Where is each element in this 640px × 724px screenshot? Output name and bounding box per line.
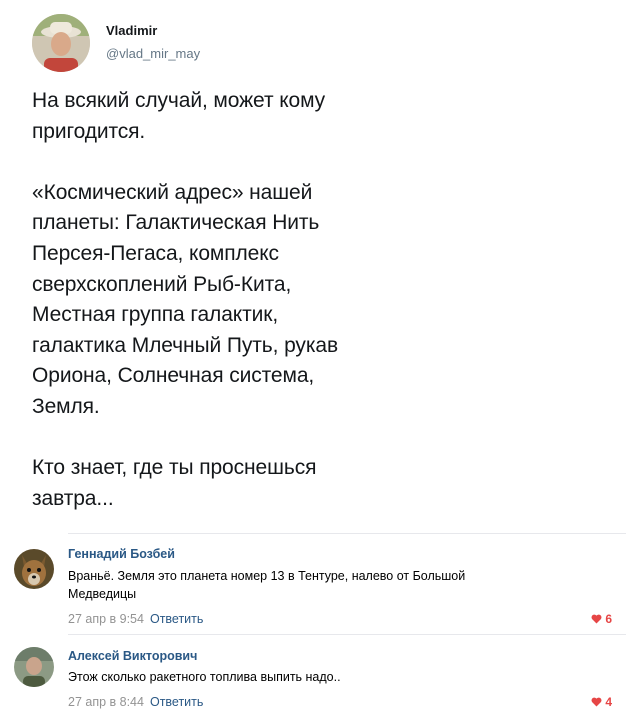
comment-text: Этож сколько ракетного топлива выпить на… [68, 668, 588, 686]
tweet-line: Ориона, Солнечная система, [32, 364, 315, 388]
author-avatar-image [32, 14, 90, 72]
tweet-line: Кто знает, где ты проснешься [32, 456, 317, 480]
comment-meta: 27 апр в 9:54 Ответить [68, 612, 203, 626]
comment-date[interactable]: 27 апр в 9:54 [68, 612, 144, 626]
tweet-line: завтра... [32, 486, 114, 510]
like-button[interactable]: 6 [591, 612, 612, 626]
tweet-line: галактика Млечный Путь, рукав [32, 333, 339, 357]
author-name[interactable]: Vladimir [106, 23, 157, 38]
tweet-line: На всякий случай, может кому [32, 89, 326, 112]
comment-meta: 27 апр в 8:44 Ответить [68, 695, 203, 709]
reply-button[interactable]: Ответить [150, 695, 203, 709]
comment-author[interactable]: Геннадий Бозбей [68, 547, 175, 561]
comment-text-line: Медведицы [68, 587, 137, 601]
tweet-line: «Космический адрес» нашей [32, 180, 313, 204]
commenter-avatar-image [14, 647, 54, 687]
tweet-line: планеты: Галактическая Нить [32, 211, 320, 235]
like-count: 6 [605, 612, 612, 626]
like-count: 4 [605, 695, 612, 709]
commenter-avatar[interactable] [14, 549, 54, 589]
tweet-line: сверхскоплений Рыб-Кита, [32, 272, 292, 296]
comment-date[interactable]: 27 апр в 8:44 [68, 695, 144, 709]
divider [68, 634, 626, 635]
commenter-avatar[interactable] [14, 647, 54, 687]
comment-text-line: Враньё. Земля это планета номер 13 в Тен… [68, 569, 466, 583]
heart-icon [591, 614, 602, 624]
commenter-avatar-image [14, 549, 54, 589]
comment-text: Враньё. Земля это планета номер 13 в Тен… [68, 567, 588, 603]
tweet-text: На всякий случай, может кому пригодится.… [32, 86, 452, 514]
divider [68, 533, 626, 534]
reply-button[interactable]: Ответить [150, 612, 203, 626]
like-button[interactable]: 4 [591, 695, 612, 709]
author-avatar[interactable] [32, 14, 90, 72]
tweet-line: Земля. [32, 394, 100, 418]
tweet-header: Vladimir @vlad_mir_may [32, 14, 592, 74]
tweet-line: Персея-Пегаса, комплекс [32, 241, 279, 265]
tweet-line: Местная группа галактик, [32, 303, 279, 327]
author-handle[interactable]: @vlad_mir_may [106, 46, 200, 61]
heart-icon [591, 697, 602, 707]
comment-text-line: Этож сколько ракетного топлива выпить на… [68, 670, 341, 684]
comment-author[interactable]: Алексей Викторович [68, 649, 197, 663]
tweet-line: пригодится. [32, 119, 146, 143]
